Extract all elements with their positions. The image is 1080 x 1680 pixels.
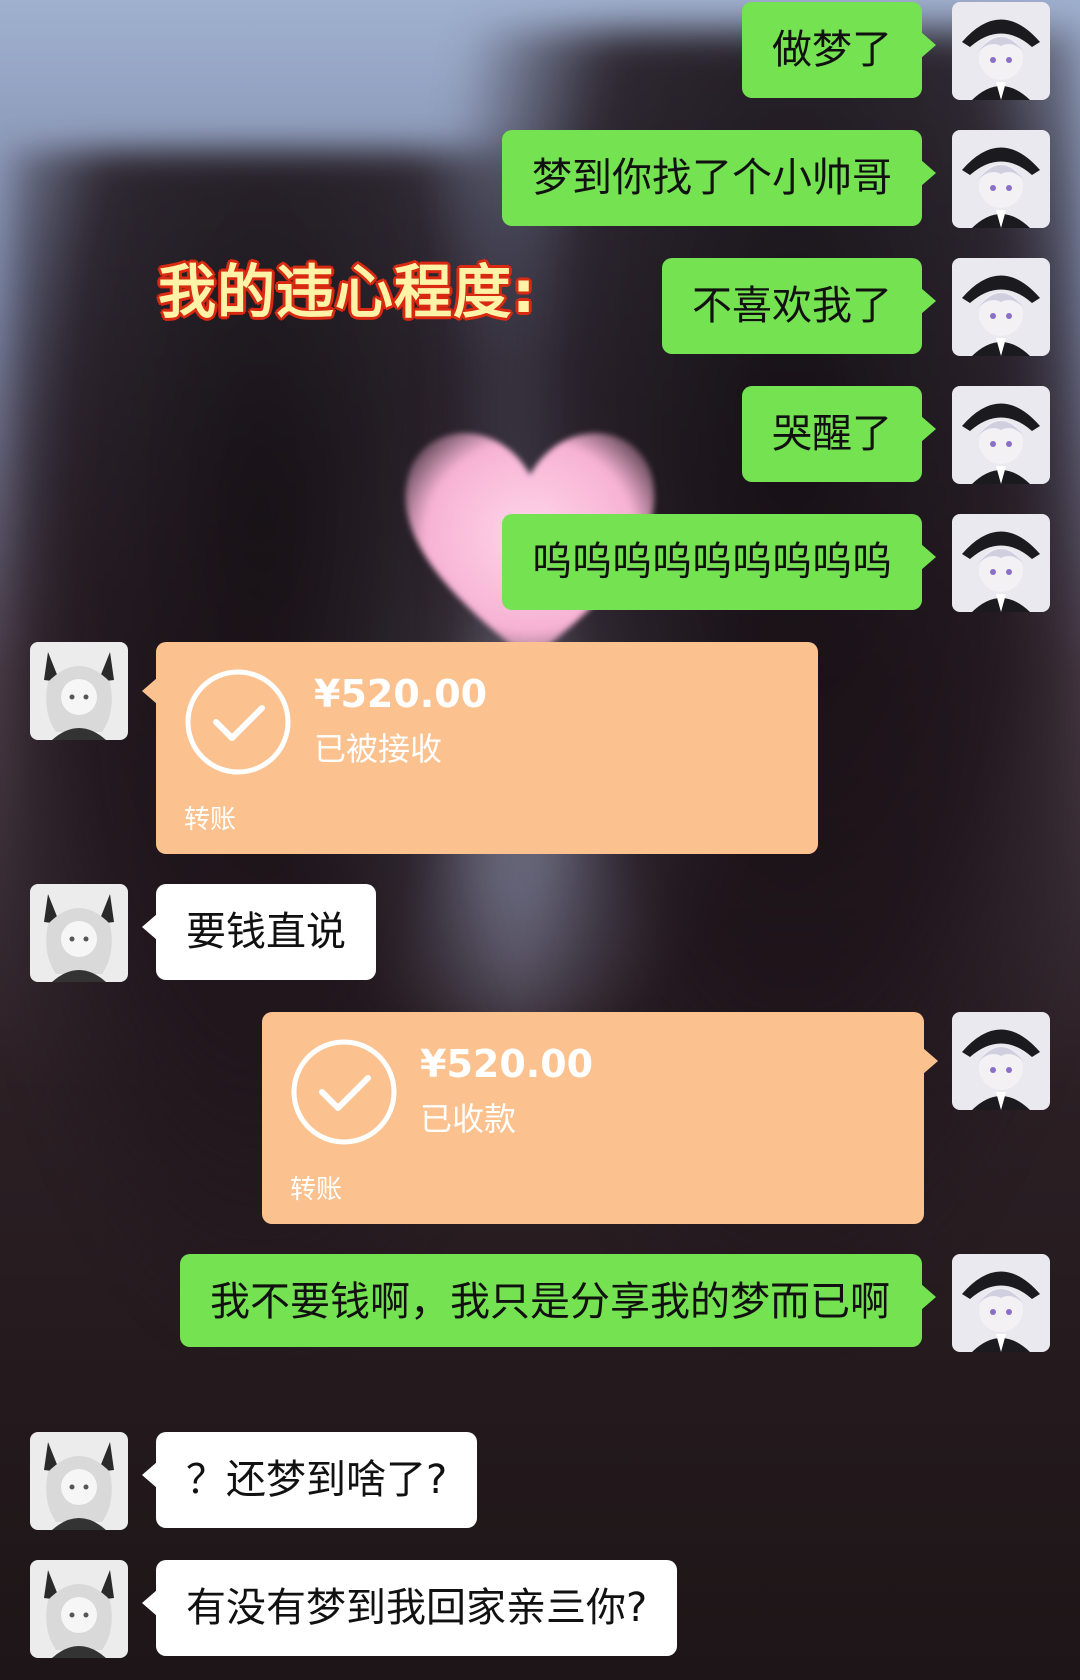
chat-bubble-other[interactable]: ？还梦到啥了? xyxy=(141,1432,478,1528)
transfer-status: 已收款 xyxy=(420,1100,517,1138)
message-text: 要钱直说 xyxy=(186,909,346,955)
my-avatar[interactable] xyxy=(952,1254,1050,1352)
chat-bubble-other[interactable]: 要钱直说 xyxy=(142,884,376,980)
transfer-label: 转账 xyxy=(290,1175,343,1205)
message-text: 梦到你找了个小帅哥 xyxy=(532,155,892,201)
check-circle-icon xyxy=(291,1039,397,1145)
chat-bubble-other[interactable]: 有没有梦到我回家亲亖你? xyxy=(141,1560,678,1656)
chat-bubble-me[interactable]: 我不要钱啊，我只是分享我的梦而已啊 xyxy=(180,1254,936,1347)
transfer-card-sent[interactable]: ¥520.00 已收款 转账 xyxy=(262,1012,938,1224)
contact-avatar[interactable] xyxy=(30,1432,128,1530)
transfer-card-received[interactable]: ¥520.00 已被接收 转账 xyxy=(142,642,818,854)
my-avatar[interactable] xyxy=(952,386,1050,484)
transfer-label: 转账 xyxy=(184,805,237,835)
contact-avatar[interactable] xyxy=(30,884,128,982)
my-avatar[interactable] xyxy=(952,2,1050,100)
message-text: ？还梦到啥了? xyxy=(186,1457,448,1503)
chat-bubble-me[interactable]: 不喜欢我了 xyxy=(662,258,936,354)
message-text: 有没有梦到我回家亲亖你? xyxy=(186,1585,648,1631)
message-text: 哭醒了 xyxy=(772,411,892,457)
overlay-caption: 我的违心程度: xyxy=(158,258,537,326)
chat-bubble-me[interactable]: 哭醒了 xyxy=(742,386,936,482)
check-circle-icon xyxy=(185,669,291,775)
my-avatar[interactable] xyxy=(952,258,1050,356)
my-avatar[interactable] xyxy=(952,514,1050,612)
my-avatar[interactable] xyxy=(952,130,1050,228)
message-text: 我不要钱啊，我只是分享我的梦而已啊 xyxy=(210,1279,890,1325)
message-text: 不喜欢我了 xyxy=(692,283,892,329)
transfer-status: 已被接收 xyxy=(314,730,443,768)
chat-bubble-me[interactable]: 呜呜呜呜呜呜呜呜呜 xyxy=(502,514,936,610)
transfer-amount: ¥520.00 xyxy=(420,1042,594,1086)
chat-bubble-me[interactable]: 做梦了 xyxy=(742,2,936,98)
chat-bubble-me[interactable]: 梦到你找了个小帅哥 xyxy=(502,130,936,226)
my-avatar[interactable] xyxy=(952,1012,1050,1110)
message-text: 做梦了 xyxy=(772,27,892,73)
contact-avatar[interactable] xyxy=(30,642,128,740)
transfer-amount: ¥520.00 xyxy=(314,672,488,716)
contact-avatar[interactable] xyxy=(30,1560,128,1658)
message-text: 呜呜呜呜呜呜呜呜呜 xyxy=(532,539,892,585)
